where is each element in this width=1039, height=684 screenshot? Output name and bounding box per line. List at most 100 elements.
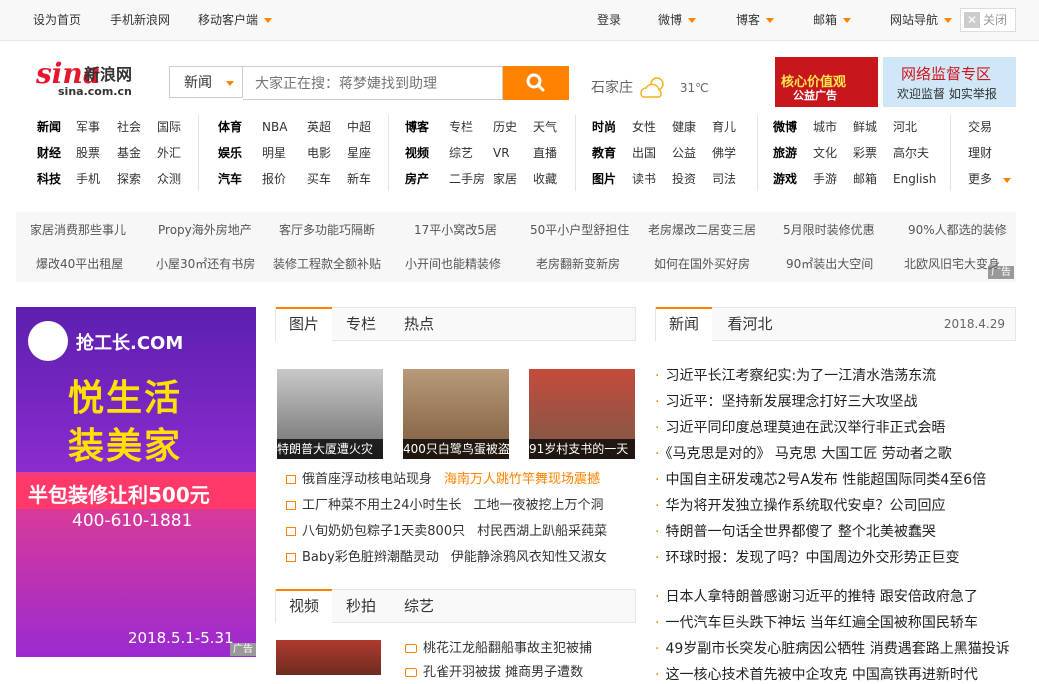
nav-link[interactable]: 星座 (347, 145, 371, 161)
tab-miaopai[interactable]: 秒拍 (336, 590, 386, 623)
nav-link[interactable]: 基金 (117, 145, 141, 161)
home-decor-link[interactable]: 老房翻新变新房 (536, 256, 620, 272)
video-thumb[interactable] (276, 640, 381, 675)
nav-link[interactable]: 手机 (76, 171, 100, 187)
nav-link[interactable]: 手游 (813, 171, 837, 187)
nav-link[interactable]: 二手房 (449, 171, 485, 187)
nav-link[interactable]: 汽车 (218, 171, 242, 187)
nav-link[interactable]: 河北 (893, 119, 917, 135)
nav-link[interactable]: 教育 (592, 145, 616, 161)
nav-link[interactable]: 微博 (773, 119, 797, 135)
nav-link[interactable]: 彩票 (853, 145, 877, 161)
headline-item[interactable]: · 习近平同印度总理莫迪在武汉举行非正式会晤 (655, 419, 945, 437)
nav-link[interactable]: 历史 (493, 119, 517, 135)
nav-link[interactable]: 公益 (672, 145, 696, 161)
nav-link[interactable]: 文化 (813, 145, 837, 161)
renovation-ad[interactable]: 抢工长.COM 悦生活 装美家 半包装修让利500元 400-610-1881 … (16, 307, 256, 657)
headline-item[interactable]: · 中国自主研发魂芯2号A发布 性能超国际同类4至6倍 (655, 471, 986, 489)
nav-link[interactable]: 司法 (712, 171, 736, 187)
headline-item[interactable]: · 一代汽车巨头跌下神坛 当年红遍全国被称国民轿车 (655, 614, 978, 632)
tab-video[interactable]: 视频 (276, 589, 332, 624)
home-decor-link[interactable]: 5月限时装修优惠 (783, 222, 875, 238)
nav-link[interactable]: 直播 (533, 145, 557, 161)
headline-item[interactable]: · 华为将开发独立操作系统取代安卓？公司回应 (655, 497, 945, 515)
blog-menu[interactable]: 博客 (736, 0, 775, 40)
nav-link[interactable]: 体育 (218, 119, 242, 135)
nav-link[interactable]: 视频 (405, 145, 429, 161)
supervision-ad[interactable]: 网络监督专区 欢迎监督 如实举报 (883, 57, 1016, 107)
nav-link[interactable]: 收藏 (533, 171, 557, 187)
nav-link[interactable]: 房产 (405, 171, 429, 187)
nav-link[interactable]: 博客 (405, 119, 429, 135)
nav-link[interactable]: 娱乐 (218, 145, 242, 161)
set-home-link[interactable]: 设为首页 (33, 0, 81, 40)
nav-link[interactable]: 外汇 (157, 145, 181, 161)
nav-link[interactable]: 出国 (632, 145, 656, 161)
nav-link[interactable]: 专栏 (449, 119, 473, 135)
search-button[interactable] (503, 66, 569, 100)
nav-link[interactable]: 鲜城 (853, 119, 877, 135)
nav-link[interactable]: 读书 (632, 171, 656, 187)
nav-link[interactable]: 电影 (307, 145, 331, 161)
home-decor-link[interactable]: 90㎡装出大空间 (786, 256, 873, 272)
nav-link[interactable]: VR (493, 145, 510, 161)
nav-link[interactable]: 众测 (157, 171, 181, 187)
site-nav-menu[interactable]: 网站导航 (890, 0, 953, 40)
nav-link[interactable]: 邮箱 (853, 171, 877, 187)
nav-link[interactable]: English (893, 171, 936, 187)
photo-news-item[interactable]: 俄首座浮动核电站现身 海南万人跳竹竿舞现场震撼 (286, 471, 600, 489)
nav-link[interactable]: NBA (262, 119, 287, 135)
nav-link[interactable]: 股票 (76, 145, 100, 161)
nav-link[interactable]: 报价 (262, 171, 286, 187)
home-decor-link[interactable]: 装修工程款全额补贴 (273, 256, 381, 272)
close-button[interactable]: ✕ 关闭 (960, 8, 1016, 32)
photo-news-item[interactable]: 工厂种菜不用土24小时生长 工地一夜被挖上万个洞 (286, 497, 604, 515)
nav-link[interactable]: 中超 (347, 119, 371, 135)
nav-link[interactable]: 高尔夫 (893, 145, 929, 161)
mail-menu[interactable]: 邮箱 (813, 0, 852, 40)
nav-link[interactable]: 理财 (968, 145, 992, 161)
nav-link[interactable]: 更多 (968, 171, 992, 187)
nav-link[interactable]: 科技 (37, 171, 61, 187)
core-values-ad[interactable]: 核心价值观 公益广告 (775, 57, 878, 107)
home-decor-link[interactable]: 90%人都选的装修 (908, 222, 1007, 238)
nav-link[interactable]: 天气 (533, 119, 557, 135)
nav-link[interactable]: 城市 (813, 119, 837, 135)
nav-link[interactable]: 佛学 (712, 145, 736, 161)
mobile-sina-link[interactable]: 手机新浪网 (110, 0, 170, 40)
headline-item[interactable]: · 环球时报：发现了吗？中国周边外交形势正巨变 (655, 549, 959, 567)
nav-link[interactable]: 新闻 (37, 119, 61, 135)
nav-link[interactable]: 游戏 (773, 171, 797, 187)
video-item[interactable]: 桃花江龙船翻船事故主犯被捕 (405, 640, 592, 658)
nav-link[interactable]: 社会 (117, 119, 141, 135)
search-category-select[interactable]: 新闻 (169, 66, 243, 98)
nav-link[interactable]: 军事 (76, 119, 100, 135)
nav-link[interactable]: 旅游 (773, 145, 797, 161)
home-decor-link[interactable]: Propy海外房地产 (158, 222, 252, 238)
photo-thumb[interactable]: 91岁村支书的一天 (529, 369, 635, 459)
home-decor-link[interactable]: 50平小户型舒担住 (530, 222, 629, 238)
tab-photos[interactable]: 图片 (276, 307, 332, 342)
nav-link[interactable]: 买车 (307, 171, 331, 187)
weibo-menu[interactable]: 微博 (658, 0, 697, 40)
tab-variety[interactable]: 综艺 (394, 590, 444, 623)
home-decor-link[interactable]: 如何在国外买好房 (654, 256, 750, 272)
headline-item[interactable]: · 《马克思是对的》 马克思 大国工匠 劳动者之歌 (655, 445, 952, 463)
nav-link[interactable]: 育儿 (712, 119, 736, 135)
headline-item[interactable]: · 49岁副市长突发心脏病因公牺牲 消费遇套路上黑猫投诉 (655, 640, 1010, 658)
home-decor-link[interactable]: 北欧风旧宅大变身 (904, 256, 1000, 272)
home-decor-link[interactable]: 老房爆改二居变三居 (648, 222, 756, 238)
photo-news-item[interactable]: Baby彩色脏辫潮酷灵动 伊能静涂鸦风衣知性又淑女 (286, 549, 607, 567)
home-decor-link[interactable]: 客厅多功能巧隔断 (279, 222, 375, 238)
headline-item[interactable]: · 这一核心技术首先被中企攻克 中国高铁再进新时代 (655, 666, 978, 684)
nav-link[interactable]: 家居 (493, 171, 517, 187)
nav-link[interactable]: 国际 (157, 119, 181, 135)
home-decor-link[interactable]: 小屋30㎡还有书房 (156, 256, 255, 272)
nav-link[interactable]: 财经 (37, 145, 61, 161)
home-decor-link[interactable]: 家居消费那些事儿 (30, 222, 126, 238)
tab-news[interactable]: 新闻 (656, 307, 712, 342)
nav-link[interactable]: 新车 (347, 171, 371, 187)
video-item[interactable]: 孔雀开羽被拔 摊商男子遭数 (405, 664, 583, 682)
nav-link[interactable]: 健康 (672, 119, 696, 135)
headline-item[interactable]: · 习近平：坚持新发展理念打好三大攻坚战 (655, 393, 917, 411)
